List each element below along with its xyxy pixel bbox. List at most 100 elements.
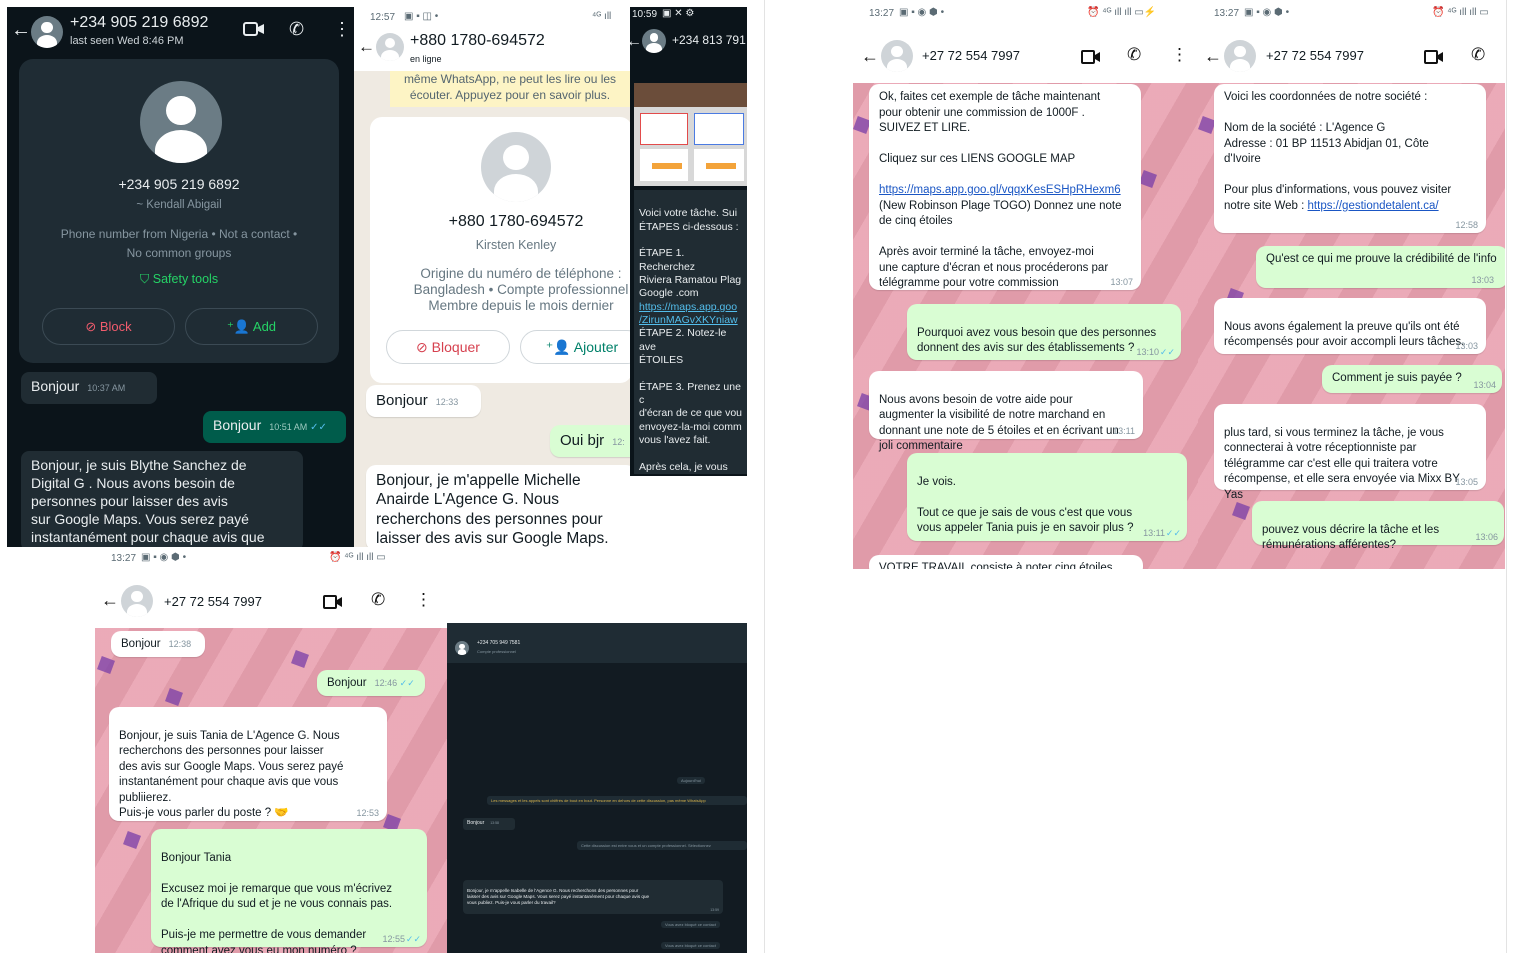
avatar[interactable] [455, 641, 469, 655]
chat-panel-bangladesh: 12:57 ▣ ▪ ◫ • ⁴ᴳ ıll ← +880 1780-694572 … [354, 7, 630, 547]
message-out[interactable]: pouvez vous décrire la tâche et les rému… [1252, 501, 1504, 551]
message-out[interactable]: Je vois. Tout ce que je sais de vous c'e… [907, 453, 1187, 541]
message-in[interactable]: Bonjour 13:58 [463, 818, 515, 830]
message-time: 13:10 [1136, 346, 1159, 357]
video-call-icon[interactable] [1081, 49, 1101, 65]
encryption-banner[interactable]: même WhatsApp, ne peut les lire ou les é… [390, 71, 630, 107]
chat-header: 13:27 ▣ ▪ ◉ ⬢ • ⏰ ⁴ᴳ ıll ıll ▭⚡ ← +27 72… [853, 0, 1198, 83]
contact-phone[interactable]: +27 72 554 7997 [164, 594, 262, 609]
video-call-icon[interactable] [1424, 49, 1444, 65]
message-in[interactable]: Bonjour, je m'appelle Isabelle de l'Agen… [463, 880, 723, 914]
message-in[interactable]: VOTRE TRAVAIL consiste à noter cinq étoi… [869, 555, 1143, 569]
status-bar: 10:59 ▣ ✕ ⚙ [630, 7, 747, 23]
add-button[interactable]: ⁺👤 Add [185, 308, 318, 345]
message-time: 10:51 AM [269, 422, 308, 432]
phone-call-icon[interactable]: ✆ [371, 590, 385, 610]
message-text: Bonjour [213, 417, 262, 433]
map-link[interactable]: https://maps.app.goo.gl/vqqxKesESHpRHexm… [879, 184, 1121, 196]
chat-header: +234 705 949 7581 Compte professionnel [447, 623, 747, 663]
chat-header: ← +234 905 219 6892 last seen Wed 8:46 P… [7, 7, 354, 57]
phone-call-icon[interactable]: ✆ [1127, 45, 1141, 65]
message-text: ÉTAPE 2. Notez-le ave ÉTOILES ÉTAPE 3. P… [639, 327, 742, 476]
video-call-icon[interactable] [243, 20, 265, 38]
status-time: 10:59 [632, 9, 658, 20]
message-out[interactable]: Bonjour Tania Excusez moi je remarque qu… [151, 829, 427, 953]
message-text: plus tard, si vous terminez la tâche, je… [1224, 426, 1460, 501]
contact-phone[interactable]: +234 705 949 7581 [477, 640, 520, 646]
message-out[interactable]: Qu'est ce qui me prouve la crédibilité d… [1256, 246, 1505, 288]
contact-phone[interactable]: +27 72 554 7997 [1266, 48, 1364, 63]
message-out[interactable]: Bonjour 12:46 ✓✓ [317, 670, 425, 696]
message-time: 13:04 [1473, 379, 1496, 390]
message-text: Je vois. Tout ce que je sais de vous c'e… [917, 475, 1134, 535]
message-time: 13:11 [1113, 425, 1135, 436]
message-in[interactable]: Bonjour 10:37 AM [21, 372, 157, 404]
safety-tools-link[interactable]: ⛉ Safety tools [19, 272, 339, 287]
back-arrow-icon[interactable]: ← [861, 46, 879, 67]
message-in[interactable]: Bonjour, je suis Blythe Sanchez de Digit… [21, 451, 303, 547]
status-time: 13:27 [1214, 8, 1240, 19]
more-options-icon[interactable]: ⋮ [333, 19, 351, 40]
message-text: Bonjour, je suis Tania de L'Agence G. No… [119, 729, 344, 820]
task-message[interactable]: Voici votre tâche. Sui ÉTAPES ci-dessous… [634, 190, 747, 476]
message-in[interactable]: Bonjour, je m'appelle Michelle Anairde L… [366, 465, 630, 547]
message-time: 12:38 [168, 639, 192, 649]
message-in[interactable]: Nous avons également la preuve qu'ils on… [1214, 298, 1486, 354]
more-options-icon[interactable]: ⋮ [1171, 45, 1188, 65]
video-call-icon[interactable] [323, 594, 343, 610]
phone-call-icon[interactable]: ✆ [289, 19, 304, 40]
contact-phone[interactable]: +27 72 554 7997 [922, 48, 1020, 63]
notification-icons: ▣ ▪ ◉ ⬢ • [899, 7, 945, 18]
signal-icons: ⏰ ⁴ᴳ ıll ıll ▭⚡ [1087, 7, 1157, 18]
map-link[interactable]: https://maps.app.goo /ZirunMAGvXKYniaw [639, 301, 738, 326]
card-info: Origine du numéro de téléphone : Banglad… [413, 266, 629, 313]
contact-phone[interactable]: +880 1780-694572 [410, 32, 545, 50]
encryption-notice: Les messages et les appels sont chiffrés… [487, 796, 747, 805]
message-text: pouvez vous décrire la tâche et les rému… [1262, 523, 1440, 552]
chat-panel-south-africa-3: 13:27 ▣ ▪ ◉ ⬢ • ⏰ ⁴ᴳ ıll ıll ▭ ← +27 72 … [7, 549, 447, 953]
avatar[interactable] [881, 40, 913, 72]
avatar[interactable] [1224, 40, 1256, 72]
back-arrow-icon[interactable]: ← [101, 590, 119, 611]
notification-icons: ▣ ▪ ◉ ⬢ • [1244, 7, 1290, 18]
message-in[interactable]: Ok, faites cet exemple de tâche maintena… [869, 84, 1141, 290]
message-out[interactable]: Oui bjr 12: [550, 425, 630, 457]
back-arrow-icon[interactable]: ← [630, 33, 642, 51]
message-in[interactable]: Nous avons besoin de votre aide pour aug… [869, 371, 1143, 452]
avatar[interactable] [642, 29, 666, 53]
block-button[interactable]: ⊘ Bloquer [386, 330, 510, 364]
pattern-decoration [123, 831, 141, 849]
message-time: 13:59 [710, 908, 719, 913]
message-in[interactable]: Voici les coordonnées de notre société :… [1214, 84, 1486, 233]
message-out[interactable]: Comment je suis payée ? 13:04 [1322, 365, 1502, 393]
add-button[interactable]: ⁺👤 Ajouter [520, 330, 630, 364]
screenshot-thumbnail[interactable] [634, 83, 747, 186]
block-button[interactable]: ⊘ Block [42, 308, 175, 345]
message-text: Bonjour Tania Excusez moi je remarque qu… [161, 851, 393, 953]
contact-info-card: +880 1780-694572 Kirsten Kenley Origine … [370, 117, 630, 383]
message-in[interactable]: Bonjour 12:33 [366, 385, 481, 417]
more-options-icon[interactable]: ⋮ [415, 590, 432, 610]
back-arrow-icon[interactable]: ← [1204, 46, 1222, 67]
contact-phone[interactable]: +234 813 791 [672, 33, 746, 47]
message-time: 13:03 [1455, 340, 1478, 351]
avatar[interactable] [121, 585, 153, 617]
message-time: 12: [612, 437, 625, 447]
status-time: 13:27 [111, 553, 137, 564]
avatar[interactable] [31, 16, 63, 48]
message-in[interactable]: Bonjour 12:38 [111, 631, 205, 657]
divider [764, 0, 765, 953]
message-in[interactable]: Bonjour, je suis Tania de L'Agence G. No… [109, 707, 387, 821]
contact-phone[interactable]: +234 905 219 6892 [70, 14, 208, 32]
message-out[interactable]: Pourquoi avez vous besoin que des person… [907, 304, 1181, 360]
message-time: 12:55 [382, 933, 405, 944]
avatar[interactable] [376, 33, 404, 61]
system-message: Vous avez bloqué ce contact [661, 921, 720, 928]
back-arrow-icon[interactable]: ← [11, 19, 31, 42]
back-arrow-icon[interactable]: ← [358, 37, 375, 57]
message-text: (New Robinson Plage TOGO) Donnez une not… [879, 199, 1122, 290]
website-link[interactable]: https://gestiondetalent.ca/ [1308, 200, 1439, 212]
message-in[interactable]: plus tard, si vous terminez la tâche, je… [1214, 404, 1486, 501]
message-out[interactable]: Bonjour 10:51 AM ✓✓ [203, 411, 346, 443]
phone-call-icon[interactable]: ✆ [1471, 45, 1485, 65]
